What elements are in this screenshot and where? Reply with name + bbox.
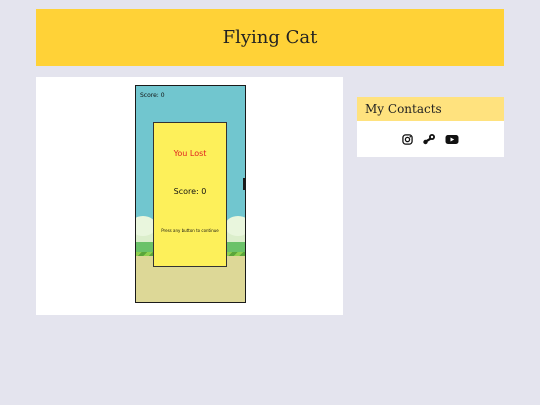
contacts-links [357,121,504,157]
game-over-modal[interactable]: You Lost Score: 0 Press any button to co… [153,122,227,267]
contacts-card: My Contacts [357,97,504,157]
game-canvas[interactable]: Score: 0 You Lost Score: 0 Press any but… [135,85,246,303]
site-title: Flying Cat [222,27,318,48]
game-over-status: You Lost [173,149,207,158]
site-header: Flying Cat [36,9,504,66]
game-panel: Score: 0 You Lost Score: 0 Press any but… [36,77,343,315]
contacts-title: My Contacts [357,97,504,121]
continue-hint: Press any button to continue [161,228,219,233]
steam-icon[interactable] [422,133,436,145]
pipe-edge [243,178,245,190]
score-hud: Score: 0 [140,92,165,99]
youtube-icon[interactable] [445,134,459,145]
instagram-icon[interactable] [402,133,413,145]
final-score: Score: 0 [173,187,207,196]
